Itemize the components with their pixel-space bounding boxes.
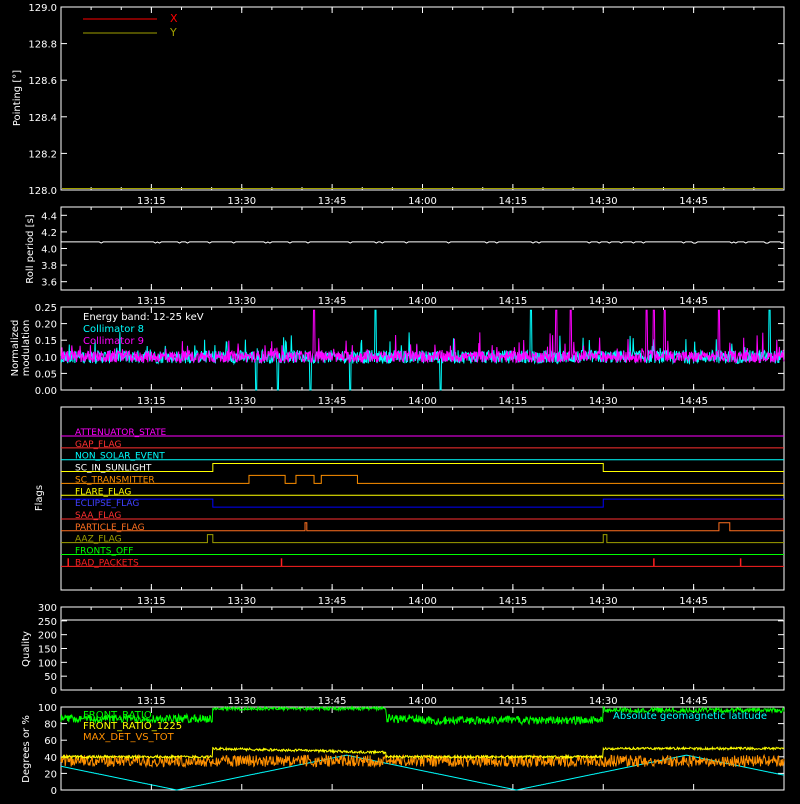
y-tick-label: 60	[44, 736, 57, 747]
modulation-y-axis-label-2: modulation	[21, 320, 32, 377]
y-tick-label: 4.0	[41, 245, 57, 256]
x-tick-label: 14:00	[408, 296, 437, 307]
flag-label: ECLIPSE_FLAG	[75, 499, 139, 509]
x-tick-label: 13:45	[318, 396, 347, 407]
x-tick-label: 14:15	[498, 596, 527, 607]
y-tick-label: 128.0	[28, 186, 57, 197]
x-tick-label: 13:30	[227, 396, 256, 407]
y-tick-label: 128.6	[28, 76, 57, 87]
roll-y-axis-label: Roll period [s]	[25, 214, 36, 283]
quality-y-axis-label: Quality	[21, 631, 32, 667]
x-tick-label: 14:45	[679, 196, 708, 207]
y-tick-label: 100	[38, 658, 57, 669]
y-tick-label: 300	[38, 603, 57, 614]
y-tick-label: 3.8	[41, 261, 57, 272]
legend-label-max-det-vs-tot: MAX_DET_VS_TOT	[83, 732, 175, 743]
x-tick-label: 14:15	[498, 396, 527, 407]
x-tick-label: 14:00	[408, 596, 437, 607]
pointing-y-axis-label: Pointing [°]	[12, 70, 23, 126]
x-tick-label: 13:30	[227, 596, 256, 607]
x-tick-label: 14:15	[498, 696, 527, 707]
flags-y-axis-label: Flags	[34, 485, 45, 511]
x-tick-label: 14:45	[679, 596, 708, 607]
x-tick-label: 14:15	[498, 196, 527, 207]
fronts-y-axis-label: Degrees or %	[21, 715, 32, 783]
legend-label-front-ratio-1225: FRONT_RATIO_1225	[83, 721, 182, 732]
y-tick-label: 20	[44, 769, 57, 780]
x-tick-label: 14:45	[679, 696, 708, 707]
x-tick-label: 13:15	[137, 696, 166, 707]
y-tick-label: 0.00	[35, 386, 57, 397]
y-tick-label: 50	[44, 672, 57, 683]
y-tick-label: 4.2	[41, 228, 57, 239]
x-tick-label: 13:45	[318, 296, 347, 307]
x-tick-label: 13:15	[137, 596, 166, 607]
y-tick-label: 80	[44, 720, 57, 731]
x-tick-label: 14:45	[679, 396, 708, 407]
y-tick-label: 200	[38, 631, 57, 642]
y-tick-label: 0.20	[35, 320, 57, 331]
figure: 128.0 128.2 128.4 128.6 128.8 129.0 13:15 13:3…	[0, 0, 800, 800]
energy-band-annotation: Energy band: 12-25 keV	[83, 312, 204, 323]
y-tick-label: 128.2	[28, 149, 57, 160]
y-tick-label: 150	[38, 645, 57, 656]
x-tick-label: 14:00	[408, 696, 437, 707]
legend-label-collimator-9: Collimator 9	[83, 336, 144, 347]
x-tick-label: 14:30	[589, 196, 618, 207]
x-tick-label: 14:30	[589, 296, 618, 307]
y-tick-label: 100	[38, 703, 57, 714]
y-tick-label: 0	[51, 686, 57, 697]
x-tick-label: 14:30	[589, 396, 618, 407]
x-tick-label: 14:45	[679, 296, 708, 307]
x-tick-label: 14:30	[589, 596, 618, 607]
y-tick-label: 4.4	[41, 211, 57, 222]
x-tick-label: 13:45	[318, 196, 347, 207]
x-tick-label: 14:15	[498, 296, 527, 307]
chart-figure: 128.0 128.2 128.4 128.6 128.8 129.0 13:15 13:3…	[0, 0, 800, 800]
x-tick-label: 14:00	[408, 396, 437, 407]
x-tick-label: 13:15	[137, 396, 166, 407]
legend-label-x: X	[170, 12, 178, 25]
y-tick-label: 0.15	[35, 336, 57, 347]
x-tick-label: 13:15	[137, 196, 166, 207]
y-tick-label: 128.8	[28, 40, 57, 51]
y-tick-label: 3.6	[41, 278, 57, 289]
x-tick-label: 13:30	[227, 696, 256, 707]
y-tick-label: 129.0	[28, 3, 57, 14]
legend-label-collimator-8: Collimator 8	[83, 324, 144, 335]
x-tick-label: 14:00	[408, 196, 437, 207]
x-tick-label: 13:45	[318, 696, 347, 707]
modulation-y-axis-label-1: Normalized	[10, 320, 21, 377]
x-tick-label: 13:30	[227, 296, 256, 307]
y-tick-label: 40	[44, 753, 57, 764]
y-tick-label: 0.05	[35, 369, 57, 380]
x-tick-label: 13:45	[318, 596, 347, 607]
latitude-annotation: Absolute geomagnetic latitude	[613, 711, 767, 722]
x-tick-label: 14:30	[589, 696, 618, 707]
legend-label-y: Y	[169, 26, 177, 39]
y-tick-label: 0.10	[35, 353, 57, 364]
y-tick-label: 250	[38, 617, 57, 628]
y-tick-label: 128.4	[28, 113, 57, 124]
x-tick-label: 13:30	[227, 196, 256, 207]
x-tick-label: 13:15	[137, 296, 166, 307]
legend-label-front-ratio: FRONT_RATIO	[83, 710, 152, 721]
y-tick-label: 0	[51, 786, 57, 797]
y-tick-label: 0.25	[35, 303, 57, 314]
